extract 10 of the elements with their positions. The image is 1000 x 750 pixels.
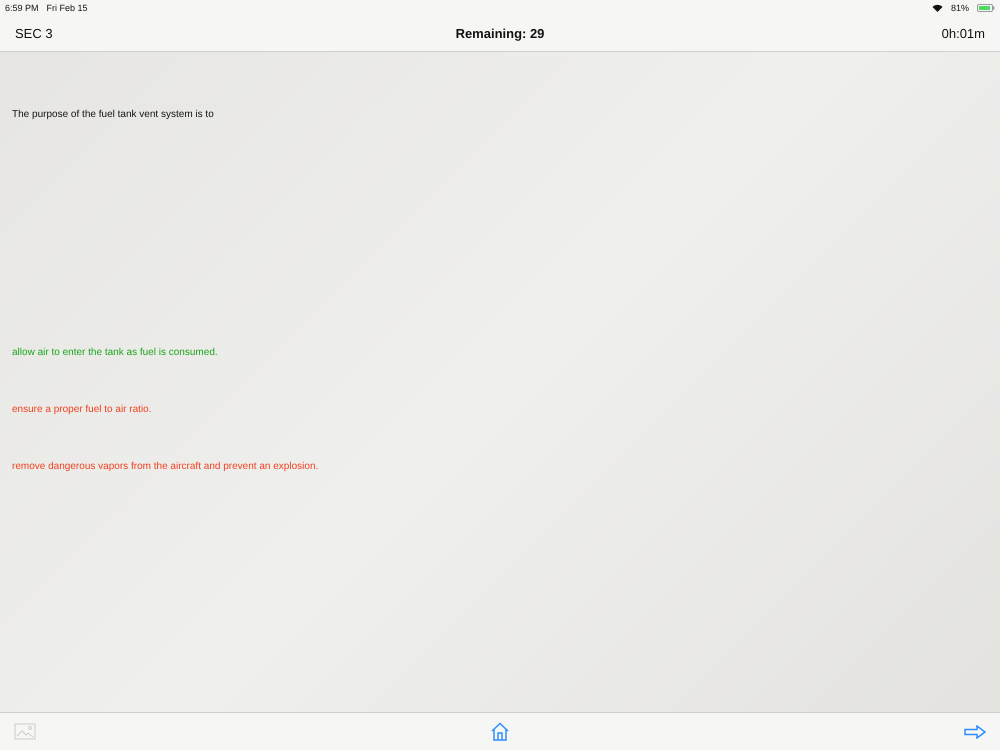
status-time: 6:59 PM	[5, 2, 39, 12]
section-label: SEC 3	[15, 26, 54, 40]
battery-percent: 81%	[950, 2, 969, 12]
question-text: The purpose of the fuel tank vent system is to	[12, 109, 214, 120]
elapsed-timer: 0h:01m	[940, 26, 985, 40]
answer-option[interactable]: ensure a proper fuel to air ratio.	[12, 404, 152, 415]
answer-option[interactable]: allow air to enter the tank as fuel is consumed.	[12, 347, 218, 358]
status-date: Fri Feb 15	[46, 2, 88, 12]
remaining-count: Remaining: 29	[454, 26, 546, 40]
answer-option[interactable]: remove dangerous vapors from the aircraft and prevent an explosion.	[12, 461, 318, 472]
